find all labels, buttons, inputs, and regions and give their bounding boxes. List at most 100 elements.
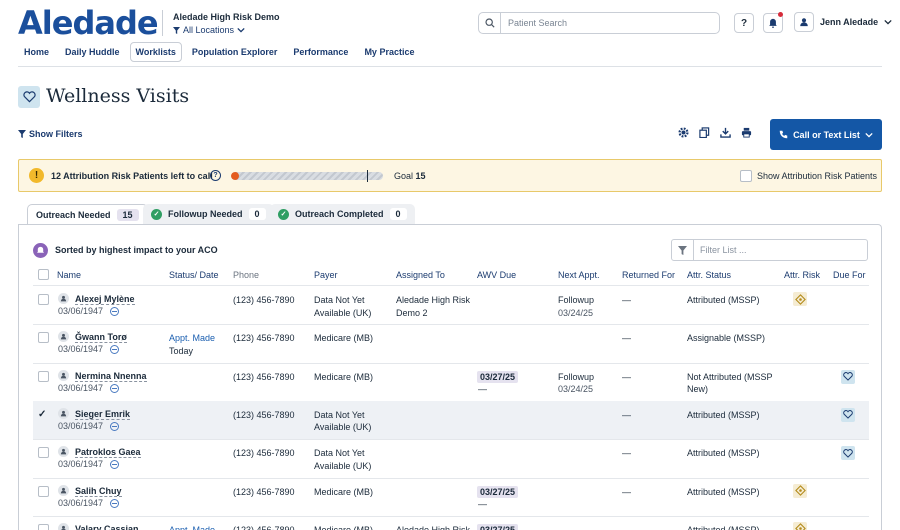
tab-outreach-completed[interactable]: ✓ Outreach Completed 0 <box>270 204 415 224</box>
table-row[interactable]: ✓ Sieger Emrik 03/06/1947 (123) 456-7890 Dat… <box>33 400 869 439</box>
show-filters-link[interactable]: Show Filters <box>18 129 83 139</box>
patient-name[interactable]: Salih Chuy <box>75 486 122 497</box>
sort-text: Sorted by highest impact to your ACO <box>55 245 218 255</box>
table-row[interactable]: Alexej Mylène 03/06/1947 (123) 456-7890 Dat… <box>33 286 869 324</box>
table-row[interactable]: Patroklos Gaea 03/06/1947 (123) 456-7890 Da… <box>33 439 869 477</box>
sort-icon <box>33 243 48 258</box>
tab-outreach-needed[interactable]: Outreach Needed 15 <box>27 204 148 224</box>
row-checkbox[interactable]: ✓ <box>38 409 49 420</box>
status-text[interactable]: Appt. Made <box>169 332 215 345</box>
row-checkbox[interactable] <box>38 294 49 305</box>
help-circle-icon[interactable]: ? <box>210 170 221 181</box>
col-due-for[interactable]: Due For <box>833 270 866 280</box>
tab-count: 15 <box>116 208 139 221</box>
heart-icon <box>841 407 855 422</box>
minus-circle-icon[interactable] <box>110 460 119 470</box>
person-icon <box>58 446 69 458</box>
show-attribution-label[interactable]: Show Attribution Risk Patients <box>757 171 877 181</box>
patient-dob: 03/06/1947 <box>58 382 104 393</box>
patient-dob: 03/06/1947 <box>58 459 104 470</box>
col-phone: Phone <box>233 270 260 280</box>
help-button[interactable]: ? <box>734 13 754 33</box>
awv-sub: — <box>478 498 487 509</box>
show-attribution-checkbox[interactable] <box>740 170 752 182</box>
heart-icon <box>841 369 855 384</box>
user-menu[interactable]: Jenn Aledade <box>794 12 892 32</box>
patient-name[interactable]: Ǧwann Torø <box>75 332 127 344</box>
attribution-risk-icon <box>793 483 807 498</box>
call-button-label: Call or Text List <box>793 129 860 140</box>
search-icon <box>479 13 501 33</box>
attr-status: Attributed (MSSP) <box>687 409 760 420</box>
tab-count: 0 <box>248 208 266 220</box>
col-assigned[interactable]: Assigned To <box>396 270 445 280</box>
minus-circle-icon[interactable] <box>110 345 119 355</box>
tab-followup-needed[interactable]: ✓ Followup Needed 0 <box>143 204 274 224</box>
filter-input[interactable] <box>694 245 864 255</box>
attribution-risk-icon <box>793 521 807 530</box>
toolbar <box>678 127 752 138</box>
col-name[interactable]: Name <box>57 270 81 280</box>
patient-name[interactable]: Alexej Mylène <box>75 294 135 305</box>
col-attr-status[interactable]: Attr. Status <box>687 270 731 280</box>
nav-worklists[interactable]: Worklists <box>129 42 182 62</box>
call-progress-bar <box>231 172 383 180</box>
check-circle-icon: ✓ <box>151 208 162 220</box>
col-returned-for[interactable]: Returned For <box>622 270 675 280</box>
nav-my-practice[interactable]: My Practice <box>358 42 420 62</box>
phone-number: (123) 456-7890 <box>233 524 295 530</box>
chevron-down-icon <box>237 27 245 33</box>
minus-circle-icon[interactable] <box>110 498 119 508</box>
select-all-checkbox[interactable] <box>38 269 49 280</box>
tab-label: Outreach Completed <box>295 209 384 219</box>
patient-dob: 03/06/1947 <box>58 306 104 316</box>
nav-performance[interactable]: Performance <box>287 42 354 62</box>
copy-icon[interactable] <box>699 127 710 138</box>
table-row[interactable]: Ǧwann Torø 03/06/1947 Appt. Made Today (123)… <box>33 324 869 362</box>
download-icon[interactable] <box>720 127 731 138</box>
row-checkbox[interactable] <box>38 447 49 459</box>
minus-circle-icon[interactable] <box>110 383 119 393</box>
header-divider <box>162 10 163 36</box>
table-row[interactable]: Nermina Nnenna 03/06/1947 (123) 456-7890 Me… <box>33 363 869 401</box>
attribution-risk-banner: ! 12 Attribution Risk Patients left to c… <box>18 159 882 192</box>
col-next-appt[interactable]: Next Appt. <box>558 270 600 280</box>
next-appt-date: 03/24/25 <box>558 384 594 395</box>
col-status[interactable]: Status/ Date <box>169 270 219 280</box>
search-input[interactable] <box>501 18 711 28</box>
nav-population-explorer[interactable]: Population Explorer <box>186 42 284 62</box>
row-checkbox[interactable] <box>38 523 49 530</box>
status-text[interactable]: Appt. Made <box>169 524 215 530</box>
call-or-text-button[interactable]: Call or Text List <box>770 119 882 150</box>
phone-number: (123) 456-7890 <box>233 448 295 459</box>
print-icon[interactable] <box>741 127 752 138</box>
filter-icon <box>173 26 180 34</box>
row-checkbox[interactable] <box>38 370 49 382</box>
col-attr-risk[interactable]: Attr. Risk <box>784 270 820 280</box>
minus-circle-icon[interactable] <box>110 421 119 431</box>
row-checkbox[interactable] <box>38 485 49 497</box>
col-payer[interactable]: Payer <box>314 270 338 280</box>
returned-for: — <box>622 448 631 459</box>
phone-icon <box>779 130 788 139</box>
patient-search[interactable] <box>478 12 720 34</box>
row-checkbox[interactable] <box>38 332 49 344</box>
nav-daily-huddle[interactable]: Daily Huddle <box>59 42 126 62</box>
patient-name[interactable]: Patroklos Gaea <box>75 447 141 459</box>
patient-name[interactable]: Valary Cassian <box>75 524 139 530</box>
minus-circle-icon[interactable] <box>110 307 119 316</box>
patient-name[interactable]: Nermina Nnenna <box>75 371 147 382</box>
patient-name[interactable]: Sieger Emrik <box>75 409 131 420</box>
nav-home[interactable]: Home <box>18 42 55 62</box>
location-selector[interactable]: All Locations <box>173 25 245 35</box>
person-icon <box>58 331 69 343</box>
attr-status: Attributed (MSSP) <box>687 295 760 305</box>
notifications-button[interactable] <box>763 12 783 33</box>
table-row[interactable]: Valary Cassian Appt. Made (123) 456-7890 Me… <box>33 516 869 530</box>
aledade-logo[interactable]: Aledade <box>18 4 159 42</box>
table-row[interactable]: Salih Chuy 03/06/1947 (123) 456-7890 Medica… <box>33 478 869 516</box>
phone-number: (123) 456-7890 <box>233 371 295 382</box>
col-awv-due[interactable]: AWV Due <box>477 270 516 280</box>
filter-list[interactable] <box>671 239 868 261</box>
gear-icon[interactable] <box>678 127 689 138</box>
